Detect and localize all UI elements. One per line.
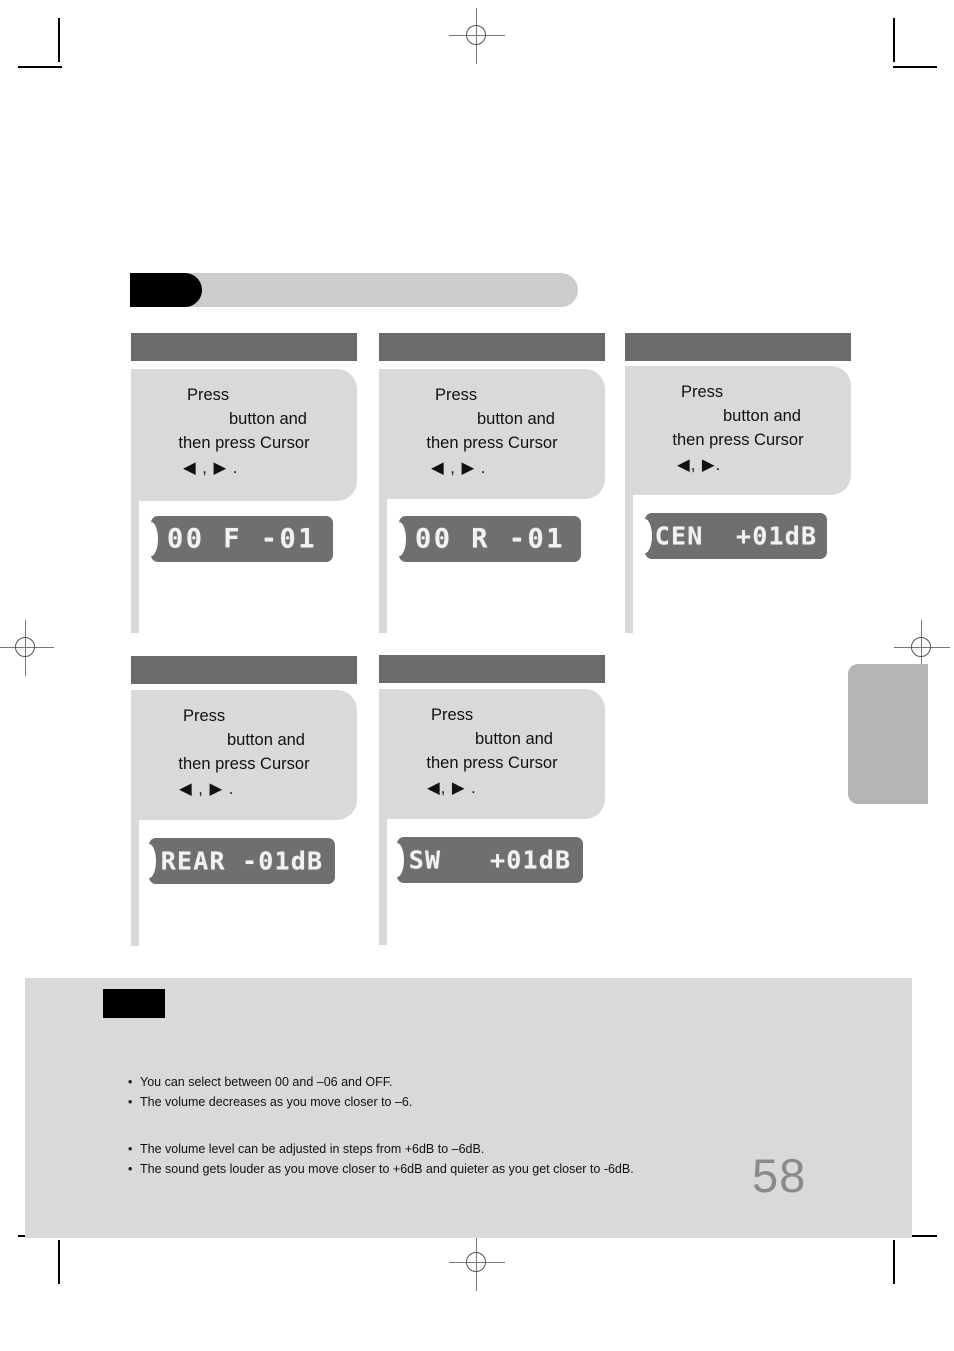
step-instruction-line3: then press Cursor: [178, 755, 310, 773]
note-text: The volume decreases as you move closer …: [140, 1095, 413, 1109]
note-label-chip: [103, 989, 165, 1018]
bullet-glyph: •: [128, 1075, 133, 1089]
bullet-glyph: •: [128, 1162, 133, 1176]
step-header-rear-level: [131, 656, 357, 684]
step-header-subwoofer-level: [379, 655, 605, 683]
reg-circle: [466, 25, 486, 45]
crop-mark-top-right-horizontal: [893, 66, 937, 68]
crop-mark-top-left-vertical: [58, 18, 60, 62]
chapter-thumb-tab: [848, 664, 928, 804]
step-instruction-line2: button and: [475, 730, 553, 748]
crop-mark-bottom-left-vertical: [58, 1240, 60, 1284]
manual-page: Press button and then press Cursor ◀ , ▶…: [0, 0, 954, 1351]
step-cursor-keys: ◀ , ▶ .: [431, 459, 487, 477]
lcd-text: 00 R -01: [414, 523, 566, 555]
step-stem: [131, 501, 139, 633]
step-instruction-line3: then press Cursor: [426, 754, 558, 772]
step-header-front-speaker: [131, 333, 357, 361]
step-bubble-front-speaker: Press button and then press Cursor ◀ , ▶…: [131, 369, 357, 501]
step-cursor-keys: ◀, ▶ .: [427, 779, 477, 797]
registration-mark-bottom: [449, 1235, 505, 1291]
lcd-text: REAR -01dB: [160, 846, 324, 876]
registration-mark-left: [0, 620, 54, 676]
step-instruction-line2: button and: [477, 410, 555, 428]
lcd-display-subwoofer-level: SW +01dB: [397, 837, 583, 883]
note-text: The volume level can be adjusted in step…: [140, 1142, 485, 1156]
lcd-text: CEN +01dB: [654, 521, 818, 551]
lcd-display-front-speaker: 00 F -01: [151, 516, 333, 562]
note-label-text: [107, 993, 161, 1014]
note-text: You can select between 00 and –06 and OF…: [140, 1075, 393, 1089]
registration-mark-top: [449, 8, 505, 64]
step-bubble-rear-level: Press button and then press Cursor ◀ , ▶…: [131, 690, 357, 820]
step-stem: [379, 819, 387, 945]
step-stem: [379, 499, 387, 633]
step-instruction-line2: button and: [227, 731, 305, 749]
lcd-text: 00 F -01: [166, 523, 318, 555]
lcd-display-center-speaker: CEN +01dB: [645, 513, 827, 559]
step-instruction-line1: Press: [431, 706, 474, 724]
step-header-center-speaker: [625, 333, 851, 361]
note-bullet-line: • The volume level can be adjusted in ste…: [128, 1139, 634, 1159]
step-instruction-line3: then press Cursor: [672, 431, 804, 449]
step-instruction-line1: Press: [187, 386, 230, 404]
step-card-rear-level: Press button and then press Cursor ◀ , ▶…: [131, 656, 357, 956]
step-cursor-keys: ◀ , ▶ .: [179, 780, 235, 798]
step-instruction-line2: button and: [229, 410, 307, 428]
step-instruction-line1: Press: [183, 707, 226, 725]
note-bullet-line: • You can select between 00 and –06 and O…: [128, 1072, 412, 1092]
crop-mark-bottom-right-vertical: [893, 1240, 895, 1284]
step-card-subwoofer-level: Press button and then press Cursor ◀, ▶ …: [379, 655, 605, 955]
section-heading-chip: [130, 273, 202, 307]
step-instruction-line1: Press: [681, 383, 724, 401]
note-bullet-line: • The volume decreases as you move closer…: [128, 1092, 412, 1112]
reg-circle: [15, 637, 35, 657]
lcd-display-rear-speaker: 00 R -01: [399, 516, 581, 562]
note-text: The sound gets louder as you move closer…: [140, 1162, 634, 1176]
note-bullet-line: • The sound gets louder as you move close…: [128, 1159, 634, 1179]
step-bubble-subwoofer-level: Press button and then press Cursor ◀, ▶ …: [379, 689, 605, 819]
step-stem: [625, 495, 633, 633]
step-header-rear-speaker: [379, 333, 605, 361]
page-number: 58: [752, 1149, 807, 1202]
step-card-front-speaker: Press button and then press Cursor ◀ , ▶…: [131, 333, 357, 643]
crop-mark-top-left-horizontal: [18, 66, 62, 68]
step-stem: [131, 820, 139, 946]
bullet-glyph: •: [128, 1142, 133, 1156]
step-bubble-rear-speaker: Press button and then press Cursor ◀ , ▶…: [379, 369, 605, 499]
lcd-display-rear-level: REAR -01dB: [149, 838, 335, 884]
step-cursor-keys: ◀ , ▶ .: [183, 459, 239, 477]
step-cursor-keys: ◀, ▶.: [677, 456, 722, 474]
note-group-b: • The volume level can be adjusted in ste…: [128, 1139, 634, 1179]
section-heading-bar: [130, 273, 578, 307]
step-bubble-center-speaker: Press button and then press Cursor ◀, ▶.: [625, 366, 851, 495]
note-group-a: • You can select between 00 and –06 and O…: [128, 1072, 412, 1112]
step-instruction-line2: button and: [723, 407, 801, 425]
step-card-center-speaker: Press button and then press Cursor ◀, ▶.…: [625, 333, 851, 643]
step-instruction-line1: Press: [435, 386, 478, 404]
step-card-rear-speaker: Press button and then press Cursor ◀ , ▶…: [379, 333, 605, 643]
step-instruction-line3: then press Cursor: [178, 434, 310, 452]
lcd-text: SW +01dB: [408, 845, 572, 875]
crop-mark-top-right-vertical: [893, 18, 895, 62]
reg-circle: [911, 637, 931, 657]
step-instruction-line3: then press Cursor: [426, 434, 558, 452]
bullet-glyph: •: [128, 1095, 133, 1109]
reg-circle: [466, 1252, 486, 1272]
